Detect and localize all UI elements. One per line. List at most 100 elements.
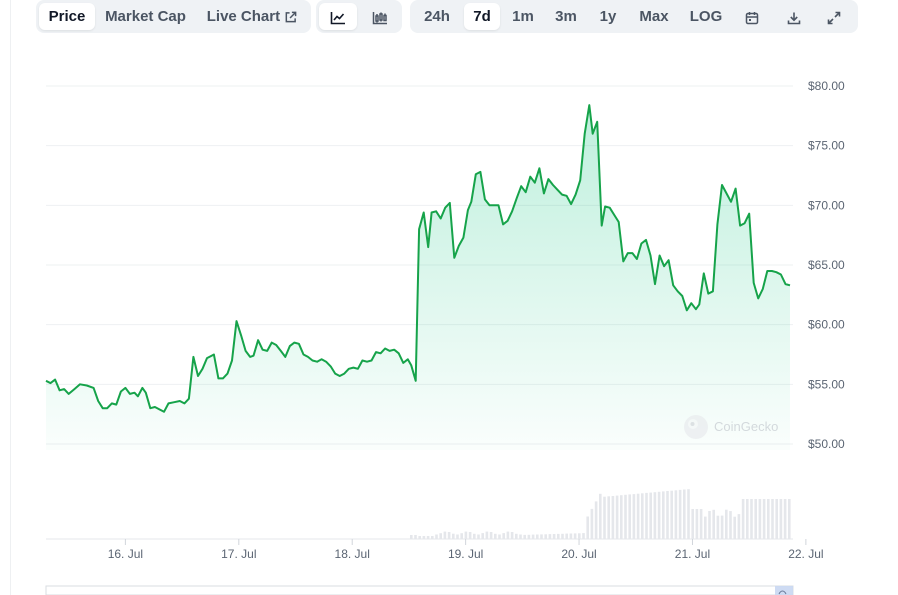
volume-bar	[494, 533, 497, 539]
volume-bar	[691, 509, 694, 539]
volume-bar	[540, 534, 543, 539]
volume-bar	[624, 494, 627, 539]
volume-bar	[674, 490, 678, 539]
volume-bar	[599, 493, 602, 539]
price-chart[interactable]: $80.00 $75.00 $70.00 $65.00 $60.00 $55.00 $50.…	[0, 0, 898, 595]
volume-bar	[464, 531, 468, 539]
volume-bar	[733, 516, 736, 539]
volume-bar	[741, 499, 745, 539]
volume-bar	[548, 534, 552, 539]
y-tick-label: $65.00	[808, 258, 845, 272]
volume-bar	[712, 509, 715, 539]
y-tick-label: $55.00	[808, 377, 845, 391]
volume-bar	[426, 536, 430, 539]
volume-bar	[620, 495, 623, 539]
volume-bar	[754, 499, 757, 539]
volume-bar	[557, 533, 560, 539]
volume-bar	[783, 499, 787, 539]
volume-bar	[439, 533, 442, 539]
volume-bar	[447, 532, 451, 539]
volume-bar	[452, 533, 455, 539]
volume-bar	[636, 493, 640, 539]
volume-bar	[641, 493, 644, 539]
volume-bar	[519, 534, 522, 539]
volume-bar	[544, 534, 547, 539]
volume-bar	[594, 501, 598, 539]
volume-bar	[750, 499, 753, 539]
volume-bar	[561, 533, 564, 539]
volume-bar	[708, 511, 711, 539]
volume-bars	[410, 489, 791, 539]
volume-bar	[704, 516, 707, 539]
volume-bar	[481, 533, 484, 539]
watermark-text: CoinGecko	[714, 419, 778, 434]
volume-bar	[531, 534, 535, 539]
volume-bar	[729, 511, 732, 539]
volume-bar	[649, 492, 652, 539]
volume-bar	[489, 532, 493, 539]
volume-bar	[632, 494, 636, 539]
volume-bar	[746, 499, 749, 539]
x-tick-label: 21. Jul	[675, 547, 710, 561]
volume-bar	[506, 531, 510, 539]
volume-bar	[788, 499, 791, 539]
volume-bar	[678, 489, 682, 539]
volume-bar	[687, 489, 690, 539]
y-tick-label: $50.00	[808, 437, 845, 451]
volume-bar	[666, 491, 669, 539]
volume-bar	[515, 533, 518, 539]
volume-bar	[775, 499, 778, 539]
range-navigator[interactable]	[45, 585, 794, 595]
x-tick-label: 17. Jul	[221, 547, 256, 561]
volume-bar	[603, 496, 606, 539]
volume-bar	[582, 533, 585, 539]
x-tick-label: 22. Jul	[788, 547, 823, 561]
volume-bar	[435, 534, 438, 539]
volume-bar	[456, 534, 459, 539]
volume-bar	[699, 509, 703, 539]
volume-bar	[628, 494, 631, 539]
volume-bar	[485, 531, 489, 539]
volume-bar	[695, 509, 699, 539]
volume-bar	[565, 533, 568, 539]
volume-bar	[653, 492, 657, 539]
volume-bar	[607, 496, 610, 539]
x-axis: 16. Jul 17. Jul 18. Jul 19. Jul 20. Jul 21. J…	[108, 539, 824, 561]
x-tick-label: 20. Jul	[561, 547, 596, 561]
volume-bar	[468, 532, 472, 539]
volume-bar	[498, 534, 501, 539]
volume-bar	[645, 492, 648, 539]
volume-bar	[473, 533, 476, 539]
volume-bar	[536, 534, 539, 539]
y-axis: $80.00 $75.00 $70.00 $65.00 $60.00 $55.00 $50.…	[808, 79, 845, 451]
volume-bar	[418, 536, 421, 539]
volume-bar	[683, 489, 686, 539]
volume-bar	[657, 491, 661, 539]
x-tick-label: 18. Jul	[335, 547, 370, 561]
x-tick-label: 16. Jul	[108, 547, 143, 561]
volume-bar	[527, 534, 531, 539]
volume-bar	[767, 499, 770, 539]
volume-bar	[615, 495, 619, 539]
volume-bar	[422, 536, 426, 539]
volume-bar	[502, 533, 505, 539]
volume-bar	[523, 534, 526, 539]
volume-bar	[720, 515, 724, 539]
volume-bar	[414, 535, 417, 539]
volume-bar	[771, 499, 774, 539]
volume-bar	[431, 536, 434, 539]
volume-bar	[590, 508, 594, 539]
volume-bar	[758, 499, 762, 539]
volume-bar	[762, 499, 766, 539]
y-tick-label: $75.00	[808, 139, 845, 153]
x-tick-label: 19. Jul	[448, 547, 483, 561]
volume-bar	[716, 515, 720, 539]
volume-bar	[552, 534, 556, 539]
volume-bar	[578, 533, 581, 539]
volume-bar	[725, 509, 728, 539]
volume-bar	[510, 532, 514, 539]
volume-bar	[779, 499, 783, 539]
volume-bar	[611, 496, 615, 539]
volume-bar	[569, 533, 573, 539]
y-tick-label: $80.00	[808, 79, 845, 93]
